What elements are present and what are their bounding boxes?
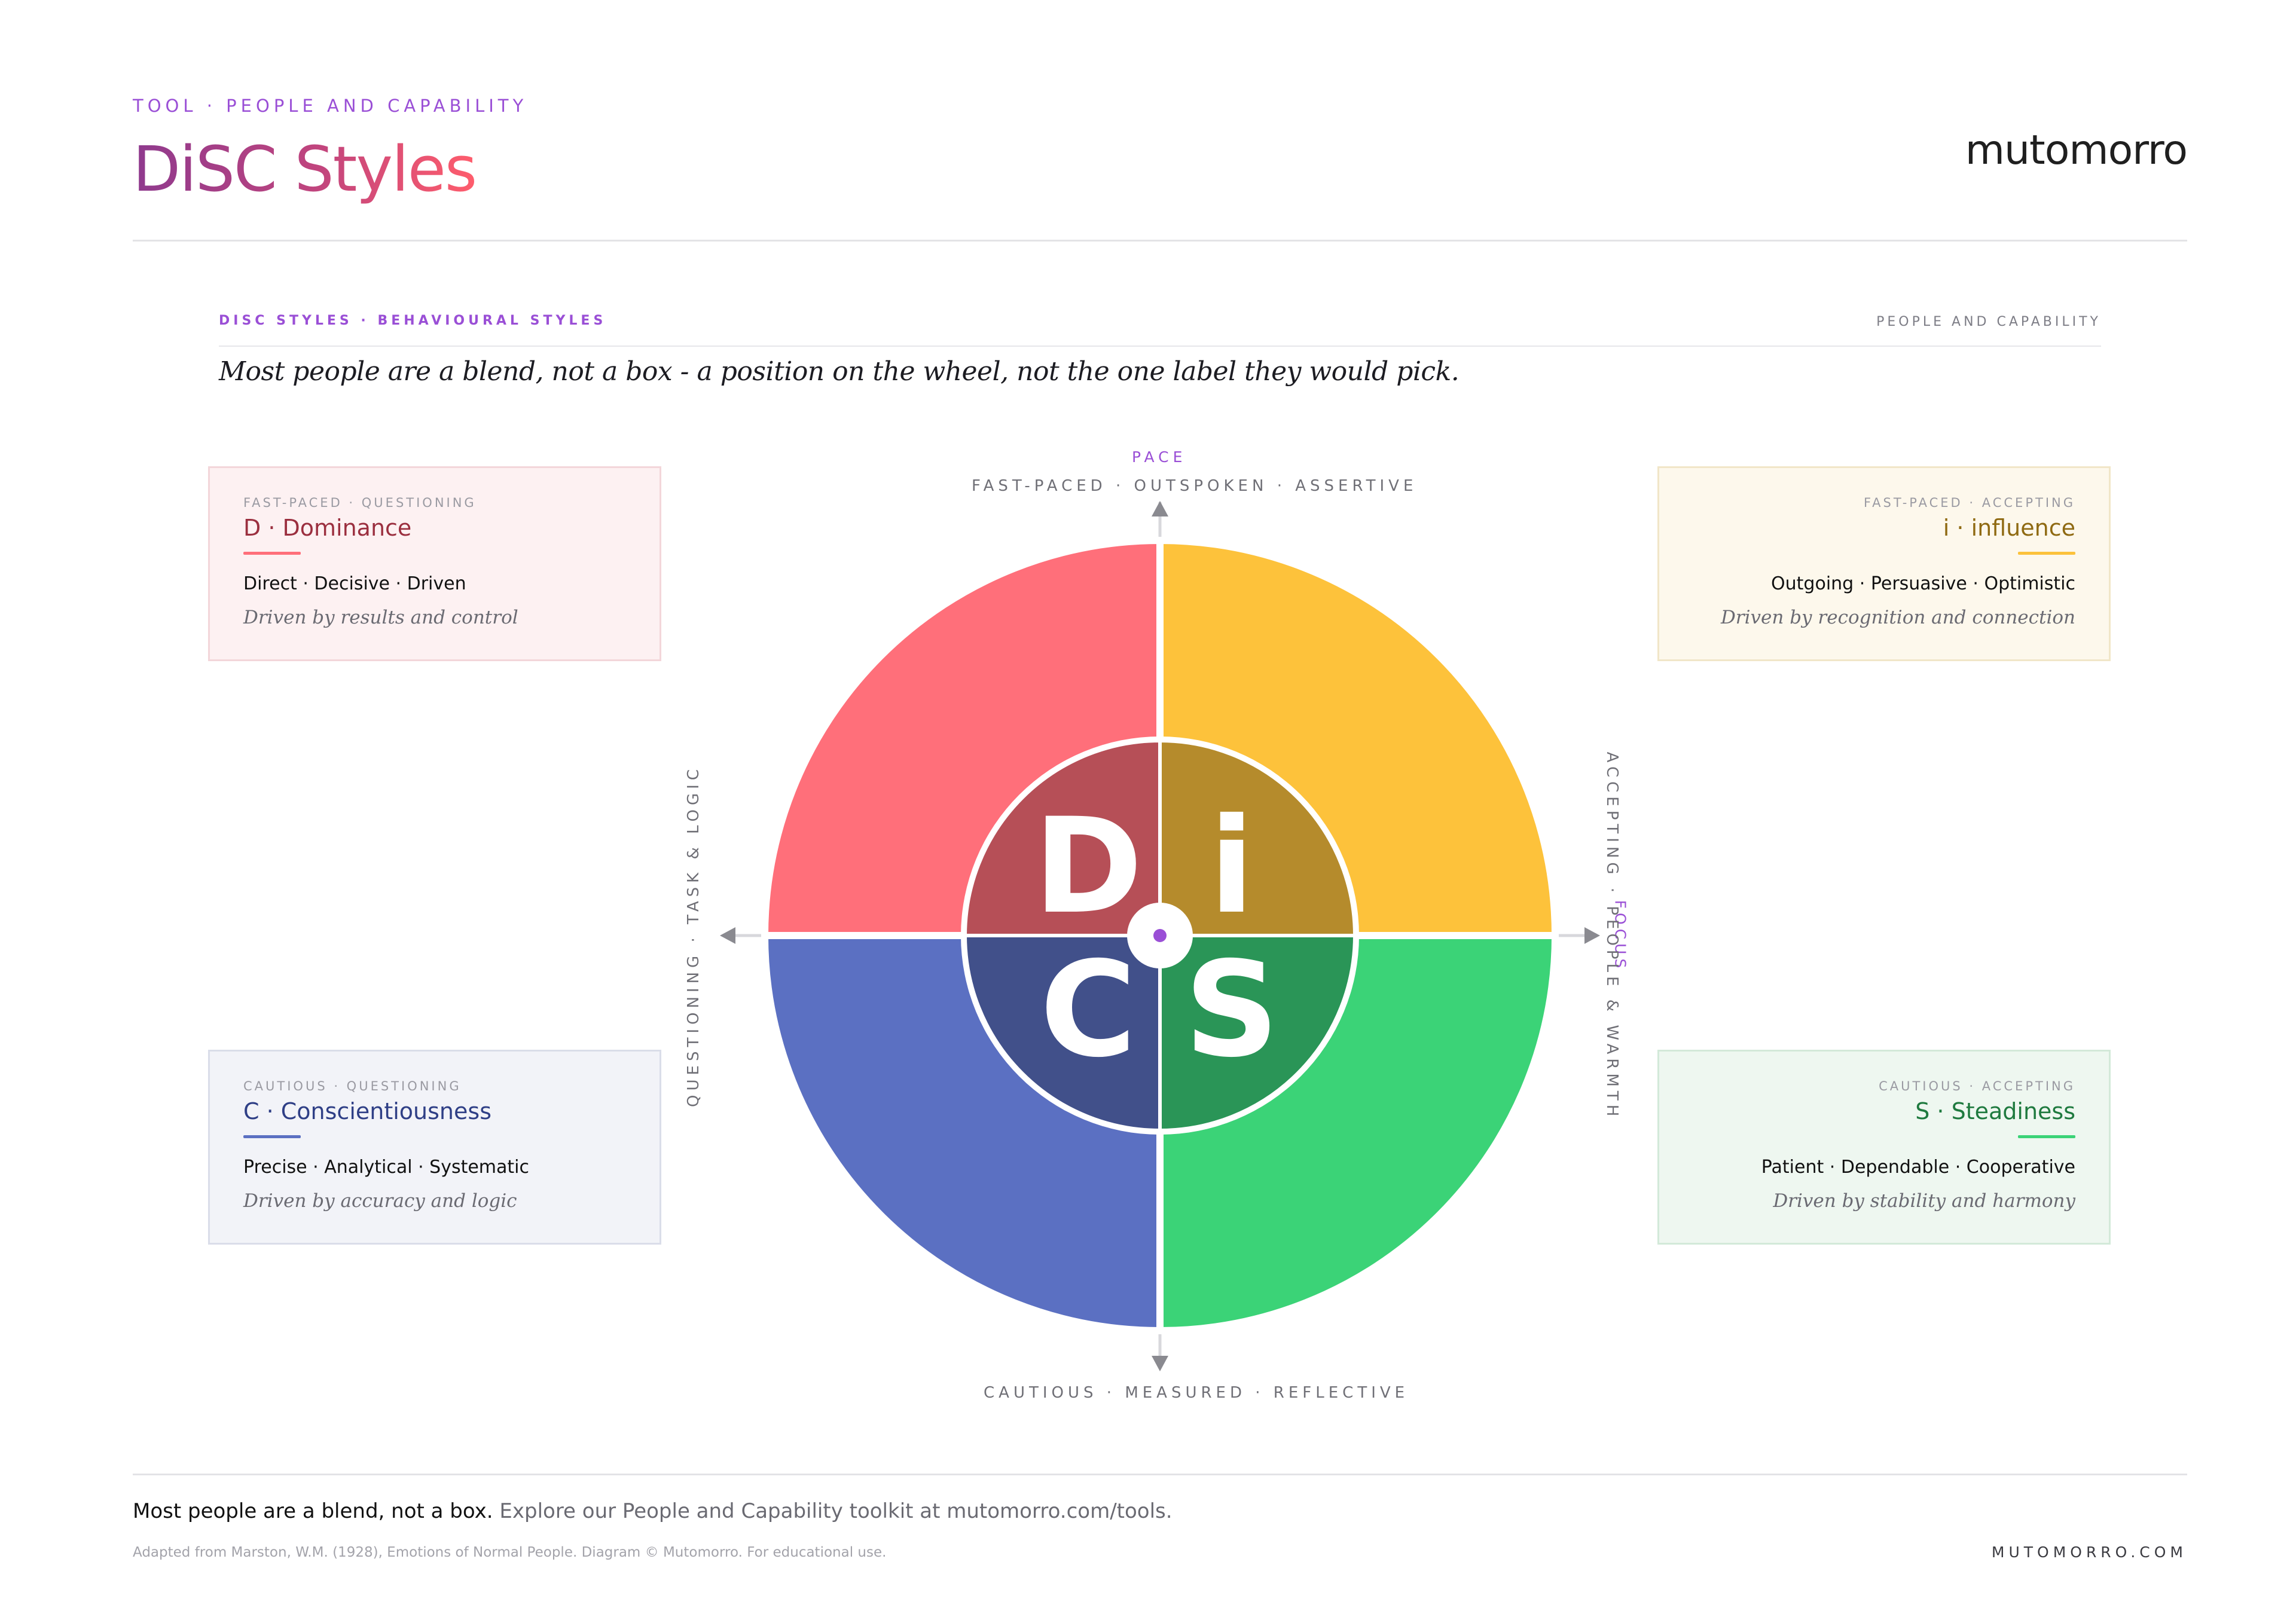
focus-arrow-left-icon bbox=[720, 927, 735, 944]
focus-axis-left-label: QUESTIONING · TASK & LOGIC bbox=[685, 765, 703, 1107]
card-kicker: FAST-PACED · ACCEPTING bbox=[1863, 496, 2075, 510]
footer-divider bbox=[133, 1474, 2187, 1475]
card-traits: Precise · Analytical · Systematic bbox=[243, 1157, 529, 1178]
card-accent-underline bbox=[243, 552, 301, 555]
card-accent-underline bbox=[2018, 552, 2075, 555]
card-title: i · influence bbox=[1943, 515, 2075, 541]
card-title: S · Steadiness bbox=[1915, 1098, 2075, 1124]
header-divider bbox=[133, 240, 2187, 242]
footer-message-strong: Most people are a blend, not a box. bbox=[133, 1499, 493, 1523]
card-title: C · Conscientiousness bbox=[243, 1098, 491, 1124]
card-accent-underline bbox=[243, 1135, 301, 1138]
card-driver: Driven by recognition and connection bbox=[1720, 607, 2075, 628]
card-kicker: CAUTIOUS · ACCEPTING bbox=[1879, 1079, 2075, 1093]
letter-s: S bbox=[1184, 933, 1279, 1086]
subheader-divider bbox=[219, 346, 2101, 347]
section-kicker: TOOL · PEOPLE AND CAPABILITY bbox=[133, 96, 528, 116]
center-dot-icon bbox=[1153, 929, 1167, 942]
card-dominance: FAST-PACED · QUESTIONING D · Dominance D… bbox=[208, 466, 661, 661]
card-traits: Outgoing · Persuasive · Optimistic bbox=[1771, 573, 2075, 594]
card-driver: Driven by accuracy and logic bbox=[243, 1190, 517, 1212]
diagram-tagline: Most people are a blend, not a box - a p… bbox=[219, 356, 1460, 387]
pace-arrow-down-icon bbox=[1152, 1356, 1168, 1371]
page-title: DiSC Styles bbox=[133, 130, 477, 208]
card-title: D · Dominance bbox=[243, 515, 412, 541]
footer-message: Most people are a blend, not a box. Expl… bbox=[133, 1499, 1173, 1523]
letter-i: i bbox=[1209, 790, 1254, 943]
card-kicker: CAUTIOUS · QUESTIONING bbox=[243, 1079, 462, 1093]
footer-credit: Adapted from Marston, W.M. (1928), Emoti… bbox=[133, 1545, 887, 1560]
card-influence: FAST-PACED · ACCEPTING i · influence Out… bbox=[1657, 466, 2111, 661]
card-driver: Driven by stability and harmony bbox=[1773, 1190, 2075, 1212]
disc-wheel: D i C S bbox=[720, 501, 1600, 1371]
footer-message-rest[interactable]: Explore our People and Capability toolki… bbox=[493, 1499, 1172, 1523]
diagram-category: PEOPLE AND CAPABILITY bbox=[1876, 314, 2101, 329]
focus-arrow-right-icon bbox=[1584, 927, 1600, 944]
card-steadiness: CAUTIOUS · ACCEPTING S · Steadiness Pati… bbox=[1657, 1050, 2111, 1245]
footer-url-link[interactable]: MUTOMORRO.COM bbox=[1992, 1543, 2187, 1561]
card-traits: Patient · Dependable · Cooperative bbox=[1761, 1157, 2075, 1178]
card-conscientiousness: CAUTIOUS · QUESTIONING C · Conscientious… bbox=[208, 1050, 661, 1245]
letter-d: D bbox=[1034, 790, 1143, 943]
diagram-kicker: DISC STYLES · BEHAVIOURAL STYLES bbox=[219, 313, 607, 328]
pace-arrow-up-icon bbox=[1152, 501, 1168, 516]
card-accent-underline bbox=[2018, 1135, 2075, 1138]
card-kicker: FAST-PACED · QUESTIONING bbox=[243, 496, 477, 510]
brand-logo[interactable]: mutomorro bbox=[1965, 127, 2188, 174]
card-driver: Driven by results and control bbox=[243, 607, 518, 628]
letter-c: C bbox=[1040, 933, 1136, 1086]
pace-axis-kicker: PACE bbox=[1132, 448, 1187, 466]
card-traits: Direct · Decisive · Driven bbox=[243, 573, 466, 594]
